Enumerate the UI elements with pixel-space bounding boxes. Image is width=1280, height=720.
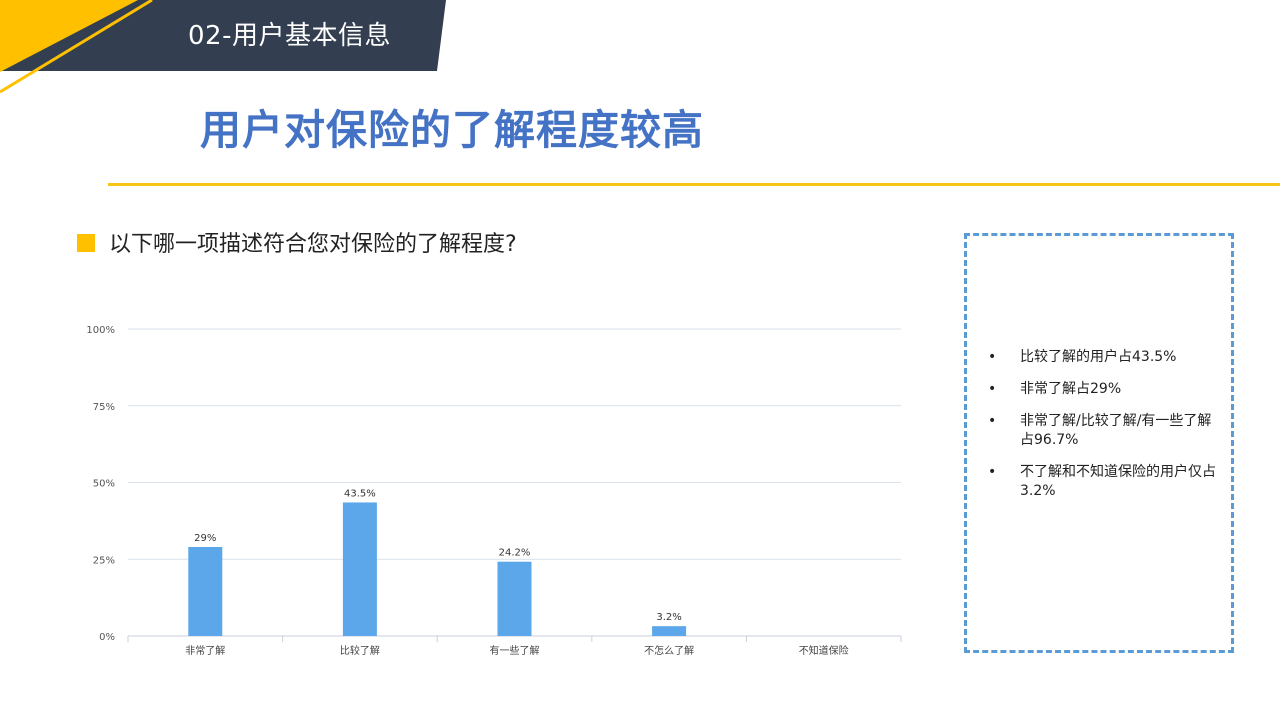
bar (652, 626, 687, 636)
data-label: 29% (194, 533, 216, 544)
x-tick-label: 有一些了解 (490, 644, 540, 657)
x-tick-label: 不怎么了解 (644, 644, 694, 657)
summary-item: • 比较了解的用户占43.5% (988, 349, 1177, 365)
x-tick-label: 不知道保险 (799, 644, 849, 657)
question-bullet-square (77, 234, 95, 252)
y-tick-label: 25% (93, 555, 115, 566)
title-divider (108, 183, 1280, 186)
summary-item: • 不了解和不知道保险的用户仅占3.2% (988, 464, 1216, 499)
bar (342, 502, 377, 636)
data-label: 3.2% (656, 612, 681, 623)
page-title: 用户对保险的了解程度较高 (200, 106, 704, 154)
y-tick-label: 0% (99, 632, 115, 643)
summary-item: • 非常了解/比较了解/有一些了解占96.7% (988, 413, 1212, 448)
y-tick-label: 100% (86, 325, 115, 336)
x-tick-label: 比较了解 (340, 644, 380, 657)
data-label: 24.2% (499, 548, 531, 559)
x-tick-label: 非常了解 (185, 644, 225, 657)
summary-list: • 比较了解的用户占43.5% • 非常了解占29% • 非常了解/比较了解/有一些了… (986, 348, 1216, 514)
bar-chart: 0% 25% 50% 75% 100% 29% 非常了解 43.5% 比较了解 24.2% 有一些了… (86, 325, 902, 657)
y-tick-label: 50% (93, 479, 115, 490)
question-text: 以下哪一项描述符合您对保险的了解程度? (109, 232, 517, 257)
summary-item: • 非常了解占29% (988, 381, 1122, 397)
data-label: 43.5% (344, 488, 376, 499)
y-tick-label: 75% (93, 402, 115, 413)
bar (188, 546, 223, 636)
bar (497, 561, 532, 636)
section-label: 02-用户基本信息 (188, 21, 391, 51)
